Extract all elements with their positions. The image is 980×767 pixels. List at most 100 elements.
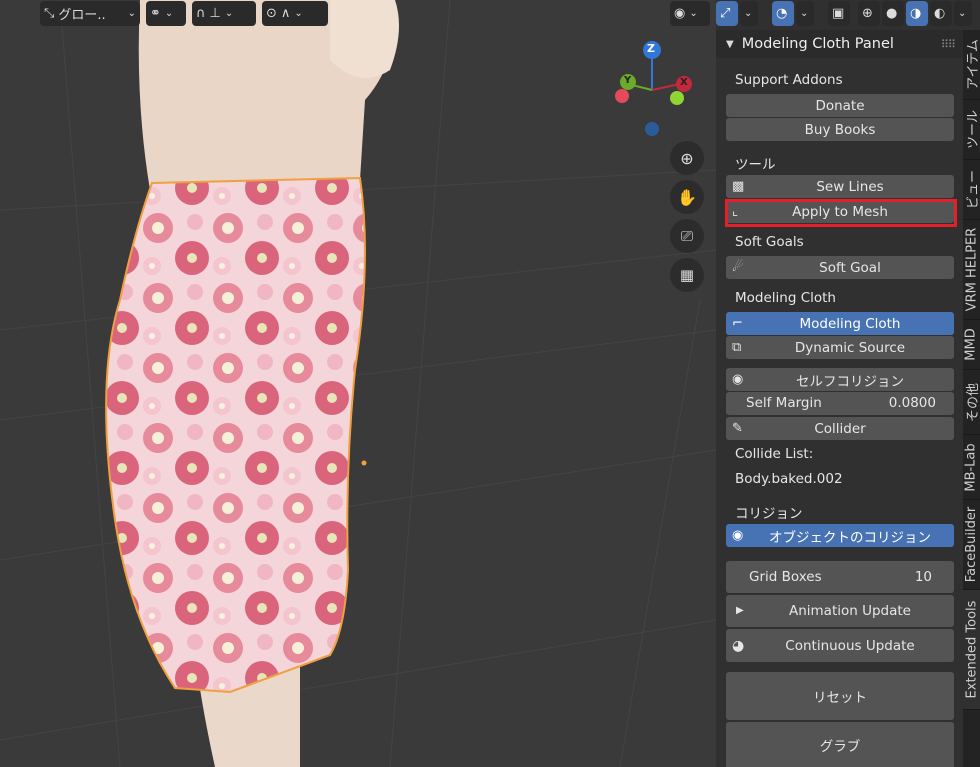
proportional-edit-icon: ⊙ (266, 6, 277, 21)
camera-view-button[interactable]: ⎚ (670, 219, 704, 253)
zoom-button[interactable]: ⊕ (670, 141, 704, 175)
dynamic-source-icon: ⧉ (732, 339, 742, 355)
play-icon: ▶ (736, 605, 744, 616)
ortho-grid-icon: ▦ (679, 266, 695, 284)
material-shading-icon: ◑ (910, 6, 922, 21)
shading-solid[interactable]: ● (882, 1, 904, 26)
grid-boxes-field[interactable]: Grid Boxes 10 (726, 561, 954, 593)
donate-button[interactable]: Donate (726, 94, 954, 117)
apply-to-mesh-button[interactable]: ⌞ Apply to Mesh (726, 200, 954, 223)
tab-other[interactable]: その他 (963, 370, 980, 435)
modeling-cloth-icon: ⌐ (732, 315, 743, 331)
chevron-down-icon: ⌄ (800, 8, 809, 19)
collider-button[interactable]: ✎ Collider (726, 417, 954, 440)
chevron-down-icon: ⌄ (744, 8, 753, 19)
collision-label: コリジョン (735, 506, 803, 522)
snap-icon: ∩ (196, 6, 206, 21)
viewport-scene (0, 0, 716, 767)
self-collision-icon: ◉ (732, 371, 744, 387)
tab-mmd[interactable]: MMD (963, 320, 980, 370)
apply-to-mesh-icon: ⌞ (732, 203, 739, 219)
collide-list-item: Body.baked.002 (735, 471, 843, 487)
pivot-point-dropdown[interactable]: ⚭ ⌄ (146, 1, 186, 26)
gizmo-toggle[interactable]: ⤢ (716, 1, 738, 26)
tab-tool[interactable]: ツール (963, 100, 980, 160)
rendered-shading-icon: ◐ (934, 6, 946, 21)
pivot-icon: ⚭ (150, 6, 161, 21)
dynamic-source-button[interactable]: ⧉ Dynamic Source (726, 336, 954, 359)
transform-orientation-value: グロー.. (58, 8, 106, 23)
visibility-dropdown[interactable]: ◉ ⌄ (670, 1, 710, 26)
tab-facebuilder[interactable]: FaceBuilder (963, 500, 980, 590)
self-collision-button[interactable]: ◉ セルフコリジョン (726, 368, 954, 391)
chevron-down-icon: ⌄ (689, 8, 698, 19)
collider-icon: ✎ (732, 420, 743, 436)
tab-mb-lab[interactable]: MB-Lab (963, 435, 980, 500)
shading-wireframe[interactable]: ⊕ (858, 1, 880, 26)
overlay-dropdown[interactable]: ⌄ (796, 1, 814, 26)
tools-label: ツール (735, 157, 776, 173)
object-collision-button[interactable]: ◉ オブジェクトのコリジョン (726, 524, 954, 547)
tab-item[interactable]: アイテム (963, 30, 980, 100)
modeling-cloth-button[interactable]: ⌐ Modeling Cloth (726, 312, 954, 335)
3d-viewport[interactable]: Z Y X ⤡ グロー.. ⌄ ⚭ ⌄ ∩ ⊥ ⌄ ⊙ ∧ ⌄ ◉ ⌄ ⊕ ✋ … (0, 0, 716, 767)
navigation-gizmo (615, 41, 692, 136)
reset-button[interactable]: リセット (726, 672, 954, 720)
sew-lines-button[interactable]: ▩ Sew Lines (726, 175, 954, 198)
xray-toggle[interactable]: ▣ (828, 1, 850, 26)
snap-toggle[interactable]: ∩ ⊥ ⌄ (192, 1, 256, 26)
solid-shading-icon: ● (886, 6, 898, 21)
overlay-toggle[interactable]: ◔ (772, 1, 794, 26)
soft-goal-icon: ☄ (732, 259, 744, 275)
gizmo-icon: ⤢ (720, 6, 731, 21)
grab-button[interactable]: グラブ (726, 722, 954, 767)
modeling-cloth-label: Modeling Cloth (735, 290, 836, 306)
chevron-down-icon: ⌄ (294, 8, 303, 19)
continuous-update-icon: ◕ (732, 637, 745, 654)
drag-handle-icon[interactable]: ⠿⠿ (941, 38, 956, 51)
overlay-icon: ◔ (776, 6, 788, 21)
transform-orientation-icon: ⤡ (44, 6, 55, 21)
gizmo-z-label: Z (647, 42, 655, 55)
shading-rendered[interactable]: ◐ (930, 1, 952, 26)
shading-dropdown[interactable]: ⌄ (954, 1, 972, 26)
self-margin-field[interactable]: Self Margin 0.0800 (726, 392, 954, 415)
transform-orientation-dropdown[interactable]: ⤡ グロー.. ⌄ (40, 1, 140, 26)
sew-lines-icon: ▩ (732, 178, 745, 194)
tab-view[interactable]: ビュー (963, 160, 980, 220)
ortho-toggle-button[interactable]: ▦ (670, 258, 704, 292)
soft-goals-label: Soft Goals (735, 234, 804, 250)
modeling-cloth-panel: ▼ Modeling Cloth Panel ⠿⠿ Support Addons… (716, 30, 963, 767)
grid-boxes-value: 10 (914, 569, 932, 585)
tab-extended-tools[interactable]: Extended Tools (963, 590, 980, 710)
soft-goal-button[interactable]: ☄ Soft Goal (726, 256, 954, 279)
panel-header[interactable]: ▼ Modeling Cloth Panel ⠿⠿ (716, 30, 963, 58)
snap-increment-icon: ⊥ (209, 6, 221, 21)
support-addons-label: Support Addons (735, 72, 843, 88)
collide-list-label: Collide List: (735, 446, 814, 462)
tab-vrm-helper[interactable]: VRM HELPER (963, 220, 980, 320)
shading-material[interactable]: ◑ (906, 1, 928, 26)
falloff-icon: ∧ (280, 6, 291, 21)
chevron-down-icon: ⌄ (127, 8, 136, 19)
gizmo-dropdown[interactable]: ⌄ (740, 1, 758, 26)
animation-update-button[interactable]: ▶ Animation Update (726, 595, 954, 627)
camera-icon: ⎚ (680, 227, 693, 245)
xray-icon: ▣ (832, 6, 845, 21)
chevron-down-icon: ⌄ (224, 8, 234, 19)
collapse-triangle-icon: ▼ (726, 38, 734, 50)
panel-title: Modeling Cloth Panel (741, 36, 894, 52)
buy-books-button[interactable]: Buy Books (726, 118, 954, 141)
self-margin-value: 0.0800 (888, 395, 936, 411)
chevron-down-icon: ⌄ (164, 8, 174, 19)
sidebar-tabs: アイテム ツール ビュー VRM HELPER MMD その他 MB-Lab F… (963, 30, 980, 767)
pan-hand-icon: ✋ (677, 187, 697, 207)
grid-boxes-label: Grid Boxes (749, 569, 822, 585)
proportional-edit-toggle[interactable]: ⊙ ∧ ⌄ (262, 1, 328, 26)
gizmo-y-label: Y (624, 75, 632, 86)
continuous-update-button[interactable]: ◕ Continuous Update (726, 629, 954, 662)
wireframe-shading-icon: ⊕ (862, 6, 873, 21)
self-margin-label: Self Margin (746, 395, 822, 411)
pan-button[interactable]: ✋ (670, 180, 704, 214)
object-collision-icon: ◉ (732, 527, 744, 543)
